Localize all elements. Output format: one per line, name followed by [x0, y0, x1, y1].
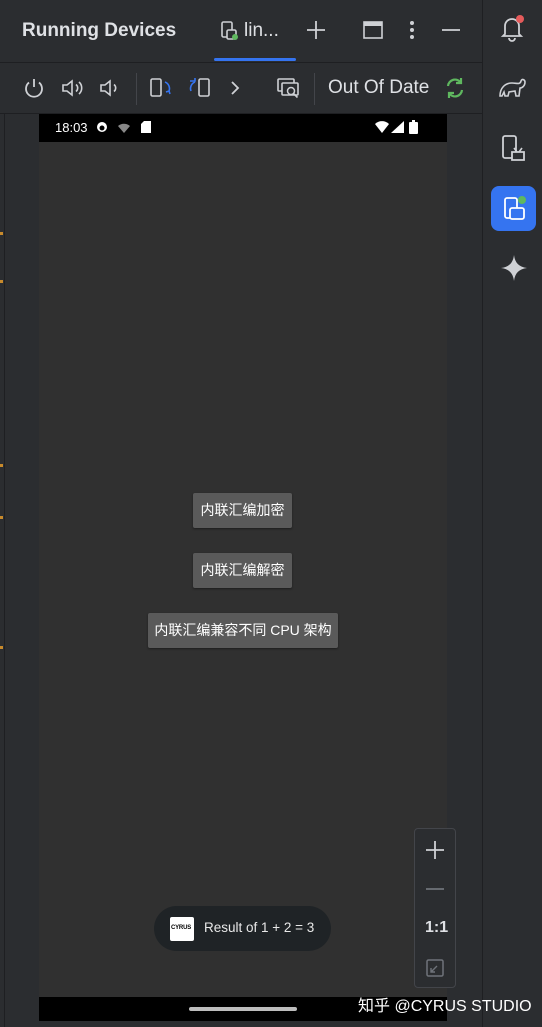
toolbar-separator — [136, 73, 137, 105]
tab-active-indicator — [214, 58, 296, 61]
maximize-icon[interactable] — [362, 18, 384, 42]
cell-signal-icon — [391, 121, 404, 133]
toast-text: Result of 1 + 2 = 3 — [204, 920, 315, 935]
volume-up-icon[interactable] — [60, 76, 86, 100]
no-signal-icon — [118, 123, 130, 133]
running-devices-icon — [504, 196, 526, 220]
toast-app-logo: CYRUS — [170, 917, 194, 941]
notifications-icon[interactable] — [496, 12, 528, 44]
device-manager-icon[interactable] — [496, 132, 528, 164]
tab-device[interactable]: lin... — [214, 0, 298, 62]
device-toolbar: Out Of Date — [0, 62, 482, 114]
gutter-marker — [0, 464, 3, 467]
gutter-marker — [0, 516, 3, 519]
device-tab-icon — [221, 21, 238, 40]
panel-title: Running Devices — [22, 20, 177, 41]
device-screen[interactable]: 18:03 内联汇编加密 内联汇编解密 内联汇编兼容不同 CPU 架构 CYRU… — [39, 114, 447, 1021]
running-devices-tool-button[interactable] — [491, 186, 536, 231]
out-of-date-status: Out Of Date — [328, 77, 430, 98]
sync-icon[interactable] — [444, 76, 466, 100]
gutter-marker — [0, 232, 3, 235]
toast-logo-text: CYRUS — [171, 925, 192, 931]
toast-message: CYRUS Result of 1 + 2 = 3 — [154, 906, 331, 951]
gutter-marker — [0, 280, 3, 283]
chevron-right-icon[interactable] — [226, 76, 244, 100]
rotate-right-icon[interactable] — [187, 76, 213, 100]
encrypt-button[interactable]: 内联汇编加密 — [193, 493, 292, 528]
zoom-controls: 1:1 — [414, 828, 456, 988]
sd-card-icon — [141, 121, 151, 133]
volume-down-icon[interactable] — [98, 76, 122, 100]
add-icon[interactable] — [304, 18, 328, 42]
minimize-icon[interactable] — [440, 18, 462, 42]
home-gesture-pill[interactable] — [189, 1007, 297, 1011]
battery-icon — [409, 120, 418, 134]
power-icon[interactable] — [22, 76, 46, 100]
gradle-elephant-icon[interactable] — [496, 72, 528, 104]
rotate-left-icon[interactable] — [148, 76, 174, 100]
wifi-icon — [375, 121, 389, 133]
tab-device-label: lin... — [244, 20, 279, 41]
status-app-icon — [97, 122, 107, 132]
running-devices-panel: Running Devices lin... Out Of Date 18:03… — [0, 0, 482, 1027]
more-options-icon[interactable] — [402, 18, 422, 42]
screen-record-icon[interactable] — [276, 76, 302, 100]
cpu-compat-button[interactable]: 内联汇编兼容不同 CPU 架构 — [148, 613, 338, 648]
zoom-in-icon[interactable] — [424, 839, 446, 861]
left-gutter — [0, 114, 5, 1027]
gutter-marker — [0, 646, 3, 649]
android-status-bar: 18:03 — [39, 114, 447, 142]
gemini-sparkle-icon[interactable] — [499, 253, 529, 283]
actual-size-button[interactable]: 1:1 — [425, 919, 448, 937]
decrypt-button[interactable]: 内联汇编解密 — [193, 553, 292, 588]
right-tool-strip — [482, 0, 542, 1027]
zoom-out-icon[interactable] — [424, 878, 446, 900]
toolbar-separator — [314, 73, 315, 105]
panel-title-bar: Running Devices lin... — [0, 0, 482, 62]
status-time: 18:03 — [55, 120, 88, 135]
fit-to-screen-icon[interactable] — [424, 957, 446, 979]
watermark-text: 知乎 @CYRUS STUDIO — [358, 998, 532, 1015]
